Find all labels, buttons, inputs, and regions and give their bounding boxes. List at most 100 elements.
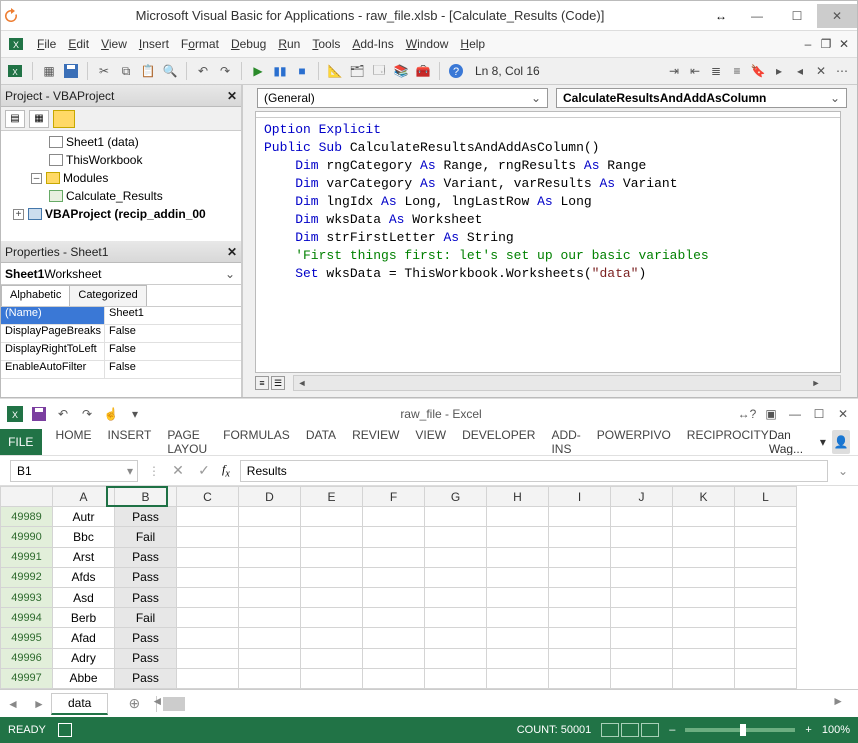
cell[interactable] [425,527,487,547]
cell[interactable] [735,628,797,648]
cell[interactable] [301,628,363,648]
properties-grid[interactable]: (Name)Sheet1DisplayPageBreaksFalseDispla… [1,307,241,397]
cell[interactable] [735,527,797,547]
tree-node-addin-project[interactable]: +VBAProject (recip_addin_00 [3,205,239,223]
tab-view[interactable]: VIEW [415,428,446,456]
resize-arrow-icon[interactable]: ↔? [738,405,756,423]
menu-insert[interactable]: Insert [139,37,169,51]
next-bookmark-icon[interactable]: ▸ [770,62,788,80]
project-explorer-close-button[interactable]: ✕ [223,89,241,103]
column-header-B[interactable]: B [115,487,177,507]
property-row[interactable]: EnableAutoFilterFalse [1,361,241,379]
cell[interactable] [177,608,239,628]
cell[interactable] [549,648,611,668]
row-header[interactable]: 49990 [1,527,53,547]
tab-powerpivo[interactable]: POWERPIVO [597,428,671,456]
add-sheet-button[interactable]: ⊕ [122,695,146,712]
comment-block-icon[interactable]: ≣ [707,62,725,80]
cell[interactable] [239,527,301,547]
cell[interactable] [549,608,611,628]
row-header[interactable]: 49996 [1,648,53,668]
cell[interactable]: Fail [115,608,177,628]
toolbox-icon[interactable]: 🧰 [414,62,432,80]
tab-formulas[interactable]: FORMULAS [223,428,290,456]
cell[interactable] [425,547,487,567]
cell[interactable] [425,608,487,628]
save-icon[interactable] [30,405,48,423]
cell[interactable] [425,648,487,668]
cell[interactable] [239,507,301,527]
cell[interactable] [673,668,735,688]
maximize-button[interactable]: ☐ [777,4,817,28]
sheet-nav-prev[interactable]: ◄ [0,697,26,711]
column-header-C[interactable]: C [177,487,239,507]
property-row[interactable]: DisplayPageBreaksFalse [1,325,241,343]
cell[interactable] [239,648,301,668]
procedure-view-button[interactable]: ≡ [255,376,269,390]
view-object-icon[interactable]: ▦ [29,110,49,128]
cell[interactable] [487,527,549,547]
cell[interactable] [239,567,301,587]
cell[interactable] [425,628,487,648]
cell[interactable] [363,668,425,688]
cell[interactable]: Afds [53,567,115,587]
tab-home[interactable]: HOME [56,428,92,456]
row-header[interactable]: 49994 [1,608,53,628]
cell[interactable] [673,587,735,607]
cell[interactable] [549,527,611,547]
cell[interactable] [363,507,425,527]
cell[interactable] [735,668,797,688]
ribbon-display-icon[interactable]: ▣ [762,405,780,423]
design-mode-icon[interactable]: 📐 [326,62,344,80]
normal-view-button[interactable] [601,723,619,737]
project-explorer-icon[interactable]: 🗂 [348,62,366,80]
cell[interactable] [301,648,363,668]
cell[interactable] [611,668,673,688]
tab-developer[interactable]: DEVELOPER [462,428,535,456]
paste-icon[interactable]: 📋 [139,62,157,80]
cell[interactable] [425,668,487,688]
column-header-J[interactable]: J [611,487,673,507]
row-header[interactable]: 49992 [1,567,53,587]
cell[interactable]: Arst [53,547,115,567]
cell[interactable] [487,648,549,668]
tab-categorized[interactable]: Categorized [69,285,146,306]
fx-icon[interactable]: fx [222,462,230,479]
row-header[interactable]: 49989 [1,507,53,527]
cell[interactable] [239,628,301,648]
cell[interactable] [177,547,239,567]
cell[interactable]: Adry [53,648,115,668]
cell[interactable] [487,587,549,607]
menu-tools[interactable]: Tools [312,37,340,51]
cell[interactable] [611,628,673,648]
break-icon[interactable]: ▮▮ [271,62,289,80]
code-vertical-scrollbar[interactable] [840,112,841,372]
column-header-H[interactable]: H [487,487,549,507]
tree-node-thisworkbook[interactable]: ThisWorkbook [3,151,239,169]
select-all-corner[interactable] [1,487,53,507]
cell[interactable] [735,567,797,587]
qat-customize-icon[interactable]: ▾ [126,405,144,423]
child-minimize-button[interactable]: – [801,37,815,51]
tab-alphabetic[interactable]: Alphabetic [1,285,70,306]
tab-page-layou[interactable]: PAGE LAYOU [167,428,207,456]
cell[interactable] [363,648,425,668]
minimize-button[interactable]: — [737,4,777,28]
cell[interactable] [177,527,239,547]
cell[interactable] [611,527,673,547]
cell[interactable] [239,668,301,688]
double-arrow-icon[interactable]: ↔ [715,9,727,23]
cell[interactable] [735,608,797,628]
cell[interactable]: Pass [115,507,177,527]
sheet-horizontal-scrollbar[interactable]: ◄► [156,696,838,712]
cell[interactable]: Berb [53,608,115,628]
outdent-icon[interactable]: ⇤ [686,62,704,80]
indent-icon[interactable]: ⇥ [665,62,683,80]
cut-icon[interactable]: ✂ [95,62,113,80]
cell[interactable] [549,567,611,587]
macro-record-icon[interactable] [58,723,72,737]
cell[interactable] [425,507,487,527]
column-header-F[interactable]: F [363,487,425,507]
cell[interactable] [611,547,673,567]
properties-window-icon[interactable]: 🗔 [370,62,388,80]
